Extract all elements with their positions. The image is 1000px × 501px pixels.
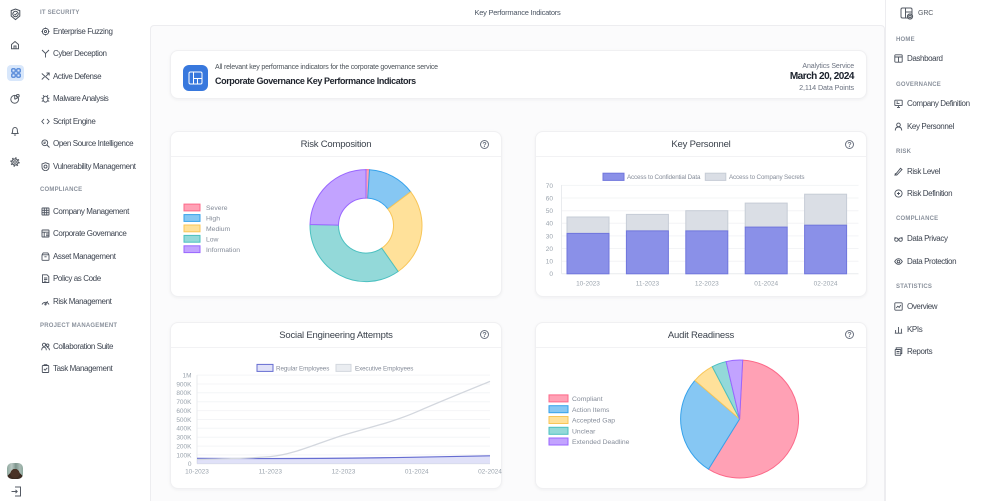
svg-text:Unclear: Unclear [572, 428, 596, 435]
svg-text:11-2023: 11-2023 [636, 281, 660, 288]
svg-text:02-2024: 02-2024 [814, 281, 838, 288]
svg-text:Access to Company Secrets: Access to Company Secrets [729, 174, 804, 181]
svg-text:20: 20 [546, 246, 554, 253]
svg-text:40: 40 [546, 221, 554, 228]
svg-text:Information: Information [206, 247, 240, 254]
svg-text:Executive Employees: Executive Employees [355, 365, 413, 372]
svg-text:10-2023: 10-2023 [185, 468, 209, 475]
svg-text:30: 30 [546, 233, 554, 240]
svg-text:02-2024: 02-2024 [478, 468, 502, 475]
svg-text:Compliant: Compliant [572, 396, 603, 403]
svg-text:12-2023: 12-2023 [332, 468, 356, 475]
svg-text:Regular Employees: Regular Employees [276, 365, 329, 372]
svg-text:70: 70 [546, 183, 554, 190]
svg-text:11-2023: 11-2023 [259, 468, 283, 475]
svg-text:10: 10 [546, 259, 554, 266]
svg-text:300K: 300K [176, 434, 192, 441]
svg-text:Extended Deadline: Extended Deadline [572, 439, 630, 446]
svg-text:600K: 600K [176, 408, 192, 415]
svg-text:10-2023: 10-2023 [576, 281, 600, 288]
svg-text:700K: 700K [176, 399, 192, 406]
svg-text:200K: 200K [176, 443, 192, 450]
svg-text:0: 0 [188, 461, 192, 468]
svg-text:Low: Low [206, 236, 219, 243]
svg-text:1M: 1M [182, 372, 191, 379]
svg-text:Access to Confidential Data: Access to Confidential Data [627, 174, 701, 181]
svg-text:800K: 800K [176, 390, 192, 397]
svg-text:500K: 500K [176, 416, 192, 423]
svg-text:0: 0 [549, 271, 553, 278]
svg-text:60: 60 [546, 195, 554, 202]
svg-text:High: High [206, 216, 220, 223]
svg-text:01-2024: 01-2024 [405, 468, 429, 475]
svg-text:100K: 100K [176, 452, 192, 459]
svg-text:Severe: Severe [206, 205, 228, 212]
svg-text:400K: 400K [176, 425, 192, 432]
svg-text:50: 50 [546, 208, 554, 215]
svg-text:Action Items: Action Items [572, 406, 610, 413]
svg-text:12-2023: 12-2023 [695, 281, 719, 288]
svg-text:Accepted Gap: Accepted Gap [572, 417, 615, 424]
svg-text:01-2024: 01-2024 [754, 281, 778, 288]
svg-text:900K: 900K [176, 381, 192, 388]
svg-text:Medium: Medium [206, 226, 231, 233]
